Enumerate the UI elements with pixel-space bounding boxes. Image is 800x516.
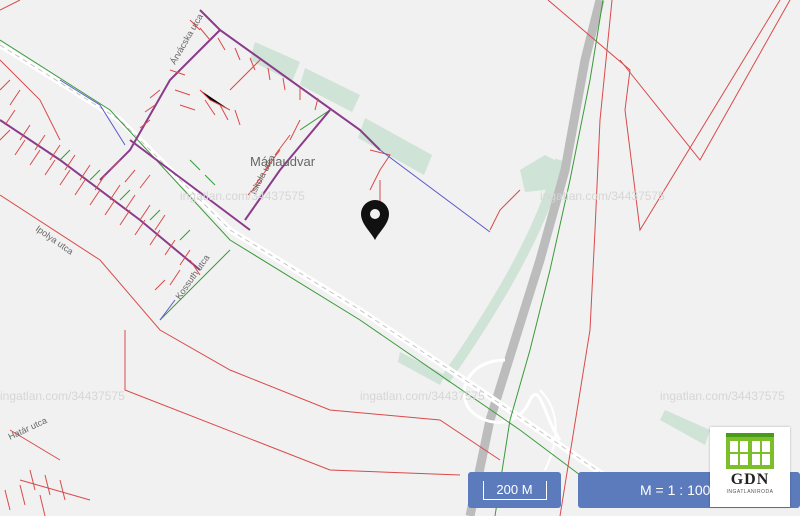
logo-subtext: INGATLANIRODA [726,489,774,495]
street-label: Árvácska utca [168,12,205,66]
map-pin-icon[interactable] [361,200,389,240]
watermark: ingatlan.com/34437575 [540,189,665,203]
scale-ratio-label: M = 1 : 100 [640,482,711,498]
railway-line [465,0,605,516]
watermark: ingatlan.com/34437575 [360,389,485,403]
power-lines [0,0,791,516]
map-canvas[interactable]: Máriaudvar Árvácska utca Iskola utca Ipo… [0,0,800,516]
street-label: Kossuth utca [173,253,211,301]
vegetation-areas [250,42,710,445]
water-pipelines [0,9,381,271]
agency-logo: GDN INGATLANIRODA [710,427,790,507]
main-road [0,42,642,503]
street-label: Határ utca [7,415,49,442]
gas-pipelines [0,0,604,516]
logo-text: GDN [730,471,770,488]
watermark: ingatlan.com/34437575 [0,389,125,403]
scale-bar-label: 200 M [482,480,547,500]
watermark: ingatlan.com/34437575 [660,389,785,403]
map-layer: Máriaudvar Árvácska utca Iskola utca Ipo… [0,0,791,516]
service-connections [0,19,319,516]
scale-bar: 200 M [468,472,561,508]
watermark: ingatlan.com/34437575 [180,189,305,203]
window-icon [726,433,774,469]
